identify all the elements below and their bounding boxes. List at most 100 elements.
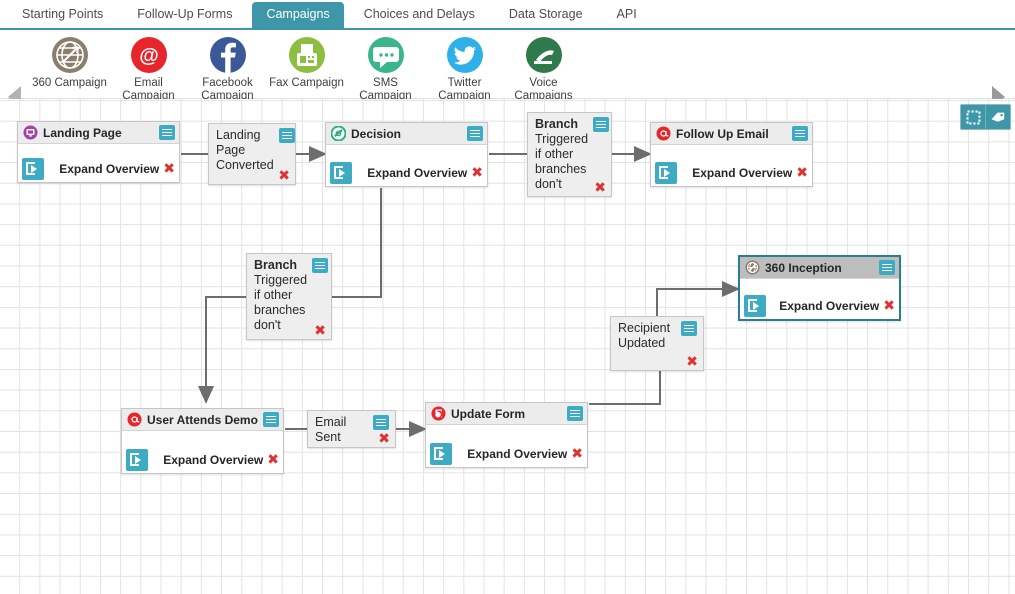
expand-overview-label[interactable]: Expand Overview — [766, 299, 883, 313]
tab-data-storage[interactable]: Data Storage — [495, 2, 597, 28]
node-close-button[interactable]: ✖ — [163, 162, 175, 176]
node-text: Recipient Updated — [618, 321, 681, 351]
node-menu-button[interactable] — [373, 415, 389, 430]
node-menu-button[interactable] — [681, 321, 697, 336]
palette-item-twitter-campaign[interactable]: Twitter Campaign — [425, 30, 504, 103]
expand-overview-icon[interactable] — [22, 158, 44, 180]
expand-overview-icon[interactable] — [655, 162, 677, 184]
node-expand-row: Expand Overview ✖ — [426, 443, 587, 465]
node-menu-button[interactable] — [278, 128, 295, 143]
at-sign-icon: @ — [130, 36, 168, 74]
node-close-button[interactable]: ✖ — [883, 299, 895, 313]
expand-overview-icon[interactable] — [126, 449, 148, 471]
node-body: Expand Overview ✖ — [18, 144, 179, 182]
palette-item-voice-campaigns[interactable]: Voice Campaigns — [504, 30, 583, 103]
palette-item-sms-campaign[interactable]: SMS Campaign — [346, 30, 425, 103]
node-title: Decision — [351, 126, 402, 141]
node-landing-page[interactable]: Landing Page Expand Overview ✖ — [17, 121, 180, 183]
node-body: Expand Overview ✖ — [326, 145, 487, 186]
node-text-line: Updated — [618, 336, 666, 350]
node-header[interactable]: 360 Inception — [740, 257, 899, 279]
campaign-workflow-designer: Starting Points Follow-Up Forms Campaigns C… — [0, 0, 1015, 594]
node-body: Expand Overview ✖ — [740, 279, 899, 319]
tab-follow-up-forms[interactable]: Follow-Up Forms — [123, 2, 246, 28]
node-header[interactable]: Update Form — [426, 403, 587, 425]
node-follow-up-email[interactable]: Follow Up Email Expand Overview ✖ — [650, 122, 813, 187]
expand-overview-icon[interactable] — [744, 295, 766, 317]
node-menu-button[interactable] — [567, 406, 583, 421]
expand-overview-label[interactable]: Expand Overview — [352, 166, 471, 180]
globe-icon — [51, 36, 89, 74]
at-sign-icon — [127, 412, 142, 427]
node-close-button[interactable]: ✖ — [471, 166, 483, 180]
node-close-button[interactable]: ✖ — [267, 453, 279, 467]
node-text-line: Branch — [254, 258, 298, 272]
node-menu-button[interactable] — [159, 125, 175, 140]
node-header[interactable]: Follow Up Email — [651, 123, 812, 145]
node-menu-button[interactable] — [593, 117, 610, 132]
node-text-line: Email Sent — [315, 415, 347, 444]
tab-choices-and-delays[interactable]: Choices and Delays — [350, 2, 489, 28]
marquee-select-icon — [966, 110, 980, 124]
decision-check-icon — [331, 126, 346, 141]
svg-text:@: @ — [139, 45, 159, 67]
node-recipient-updated[interactable]: Recipient Updated ✖ — [610, 316, 704, 371]
update-form-icon — [431, 406, 446, 421]
node-text-line: Page — [216, 143, 246, 157]
node-text-line: Converted — [216, 158, 274, 172]
node-menu-button[interactable] — [792, 126, 808, 141]
node-branch-mid[interactable]: Branch Triggered if other branches don't ✖ — [246, 253, 332, 340]
expand-overview-label[interactable]: Expand Overview — [44, 162, 163, 176]
node-landing-page-converted[interactable]: Landing Page Converted ✖ — [208, 123, 296, 185]
node-update-form[interactable]: Update Form Expand Overview ✖ — [425, 402, 588, 468]
node-text-line: Recipient — [618, 321, 671, 335]
node-text: Landing Page Converted — [216, 128, 279, 173]
tab-api[interactable]: API — [603, 2, 651, 28]
workflow-canvas[interactable]: Landing Page Expand Overview ✖ Landing Page C… — [0, 99, 1015, 594]
node-text: Branch Triggered if other branches don't — [535, 117, 593, 192]
node-360-inception[interactable]: 360 Inception Expand Overview ✖ — [738, 255, 901, 321]
expand-overview-label[interactable]: Expand Overview — [148, 453, 267, 467]
node-top: Landing Page Converted — [216, 128, 295, 173]
expand-overview-icon[interactable] — [330, 162, 352, 184]
node-body: Expand Overview ✖ — [651, 145, 812, 186]
palette-item-360-campaign[interactable]: 360 Campaign — [30, 30, 109, 103]
node-title: Landing Page — [43, 125, 122, 140]
node-menu-button[interactable] — [263, 412, 279, 427]
node-close-button[interactable]: ✖ — [796, 166, 808, 180]
node-header[interactable]: User Attends Demo — [122, 409, 283, 431]
node-decision[interactable]: Decision Expand Overview ✖ — [325, 122, 488, 187]
palette-items: 360 Campaign @ Email Campaign Facebook Camp… — [30, 30, 583, 103]
tab-campaigns[interactable]: Campaigns — [252, 2, 344, 28]
node-header[interactable]: Landing Page — [18, 122, 179, 144]
node-expand-row: Expand Overview ✖ — [651, 162, 812, 184]
facebook-icon — [209, 36, 247, 74]
node-text-line: Landing — [216, 128, 261, 142]
node-title: 360 Inception — [765, 260, 842, 275]
tag-tool[interactable] — [985, 105, 1010, 129]
expand-overview-label[interactable]: Expand Overview — [677, 166, 796, 180]
palette-item-fax-campaign[interactable]: Fax Campaign — [267, 30, 346, 103]
expand-overview-icon[interactable] — [430, 443, 452, 465]
node-close-button[interactable]: ✖ — [594, 181, 606, 195]
node-branch-top[interactable]: Branch Triggered if other branches don't ✖ — [527, 112, 612, 197]
node-close-button[interactable]: ✖ — [314, 324, 326, 338]
node-menu-button[interactable] — [312, 258, 329, 273]
tab-starting-points[interactable]: Starting Points — [8, 2, 117, 28]
marquee-select-tool[interactable] — [961, 105, 985, 129]
expand-overview-label[interactable]: Expand Overview — [452, 447, 571, 461]
node-close-button[interactable]: ✖ — [278, 169, 290, 183]
node-header[interactable]: Decision — [326, 123, 487, 145]
monitor-icon — [23, 125, 38, 140]
node-user-attends-demo[interactable]: User Attends Demo Expand Overview ✖ — [121, 408, 284, 474]
palette-item-facebook-campaign[interactable]: Facebook Campaign — [188, 30, 267, 103]
palette-item-email-campaign[interactable]: @ Email Campaign — [109, 30, 188, 103]
node-text-line: branches don't — [535, 162, 587, 191]
node-email-sent[interactable]: Email Sent ✖ — [307, 410, 396, 448]
node-title: User Attends Demo — [147, 412, 258, 427]
node-close-button[interactable]: ✖ — [686, 355, 698, 369]
node-close-button[interactable]: ✖ — [571, 447, 583, 461]
node-menu-button[interactable] — [879, 260, 895, 275]
node-menu-button[interactable] — [467, 126, 483, 141]
node-close-button[interactable]: ✖ — [378, 432, 390, 446]
